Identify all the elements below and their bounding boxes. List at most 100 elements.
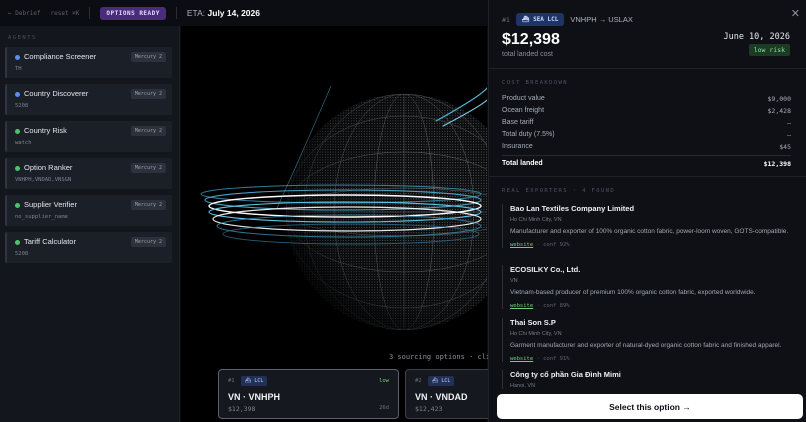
option-cost: $12,398 (228, 405, 256, 413)
back-link[interactable]: ← Debrief (8, 10, 41, 17)
exporter-confidence: · conf 92% (536, 241, 570, 248)
agent-output: TH (15, 66, 22, 72)
exporter-description: Vietnam-based producer of premium 100% o… (510, 289, 756, 296)
agent-name: Tariff Calculator (24, 237, 76, 246)
exporter-location: Ho Chi Minh City, VN (510, 217, 562, 223)
globe-graphic (200, 85, 487, 330)
eta-label: ETA: (186, 8, 206, 18)
topbar-divider (89, 7, 91, 19)
exporter-website-link[interactable]: website (510, 242, 533, 248)
row-label: Ocean freight (502, 107, 545, 114)
agent-name: Option Ranker (24, 163, 73, 172)
exporter-location: Ho Chi Minh City, VN (510, 331, 562, 337)
breakdown-row: Product value $9,000 (502, 95, 791, 103)
row-value: $45 (779, 143, 791, 151)
row-value: — (787, 131, 791, 139)
exporter-location: VN (510, 278, 518, 284)
ship-icon: ⛴ (245, 378, 252, 384)
row-label: Insurance (502, 143, 533, 150)
exporter-website-link[interactable]: website (510, 303, 533, 309)
exporter-confidence: · conf 89% (536, 302, 570, 309)
option-mode-pill: ⛴ LCL (241, 376, 268, 386)
agent-output: 5208 (15, 251, 29, 257)
exporter-meta: website · conf 91% (510, 356, 791, 362)
panel-rank: #1 (502, 15, 510, 24)
topbar-divider (175, 7, 177, 19)
model-badge: Mercury 2 (130, 52, 166, 62)
agent-card[interactable]: Supplier Verifier no_supplier_name Mercury… (5, 195, 172, 226)
option-mode: LCL (254, 378, 264, 384)
panel-mode-badge: ⛴ SEA LCL (515, 13, 565, 26)
divider (489, 68, 806, 69)
agents-sidebar: AGENTS Compliance Screener TH Mercury 2 Cou… (0, 26, 180, 422)
panel-mode: SEA LCL (533, 16, 559, 23)
exporter-meta: website · conf 89% (510, 303, 791, 309)
total-separator (502, 155, 791, 156)
row-label: Total landed (502, 160, 543, 167)
breakdown-row: Insurance $45 (502, 143, 791, 151)
option-route: VN · VNHPH (228, 392, 281, 402)
agent-name: Country Risk (24, 126, 67, 135)
agent-card[interactable]: Option Ranker VNHPH,VNDAD,VNSGN Mercury 2 (5, 158, 172, 189)
agent-output: no_supplier_name (15, 214, 68, 220)
row-value: $12,398 (763, 160, 791, 168)
model-badge: Mercury 2 (130, 126, 166, 136)
option-detail-panel: #1 ⛴ SEA LCL VNHPH → USLAX ✕ $12,398 tot… (488, 0, 806, 422)
exporter-name: Thai Son S.P (510, 318, 556, 327)
row-label: Product value (502, 95, 545, 102)
eta-display: ETA: July 14, 2026 (187, 8, 260, 18)
status-badge: OPTIONS READY (100, 6, 166, 20)
option-rank: #1 (228, 378, 235, 384)
option-mode-pill: ⛴ LCL (428, 376, 455, 386)
exporters-heading: REAL EXPORTERS · 4 FOUND (502, 188, 616, 194)
option-route: VN · VNDAD (415, 392, 468, 402)
row-label: Base tariff (502, 119, 534, 126)
status-dot-icon (15, 240, 20, 245)
exporter-card: Thai Son S.P Ho Chi Minh City, VN Garmen… (502, 318, 791, 362)
globe-view[interactable] (181, 26, 487, 422)
ship-icon: ⛴ (521, 16, 530, 23)
ship-icon: ⛴ (432, 378, 439, 384)
exporter-name: ECOSILKY Co., Ltd. (510, 265, 581, 274)
row-value: $9,000 (767, 95, 791, 103)
exporter-card: Công ty cổ phần Gia Đình Mimi Hanoi, VN (502, 370, 791, 389)
agent-name: Country Discoverer (24, 89, 89, 98)
row-label: Total duty (7.5%) (502, 131, 555, 138)
option-card-1[interactable]: #1 ⛴ LCL low VN · VNHPH $12,398 26d (218, 369, 399, 419)
option-cost: $12,423 (415, 405, 443, 413)
option-card-2[interactable]: #2 ⛴ LCL VN · VNDAD $12,423 (405, 369, 488, 419)
agent-card[interactable]: Country Risk watch Mercury 2 (5, 121, 172, 152)
agent-output: 5208 (15, 103, 29, 109)
arrival-date: June 10, 2026 (723, 32, 790, 42)
agent-list: Compliance Screener TH Mercury 2 Country Di… (0, 47, 179, 263)
reset-link[interactable]: reset ⌘K (51, 10, 80, 17)
agent-name: Compliance Screener (24, 52, 97, 61)
divider (489, 176, 806, 177)
breakdown-row: Ocean freight $2,428 (502, 107, 791, 115)
row-value: $2,428 (767, 107, 791, 115)
agent-card[interactable]: Tariff Calculator 5208 Mercury 2 (5, 232, 172, 263)
breakdown-row: Base tariff — (502, 119, 791, 127)
agent-name: Supplier Verifier (24, 200, 77, 209)
panel-lane: VNHPH → USLAX (570, 15, 633, 24)
exporter-website-link[interactable]: website (510, 356, 533, 362)
option-days: 26d (379, 405, 389, 411)
agent-card[interactable]: Compliance Screener TH Mercury 2 (5, 47, 172, 78)
model-badge: Mercury 2 (130, 237, 166, 247)
exporter-name: Công ty cổ phần Gia Đình Mimi (510, 370, 621, 379)
total-landed-cost: $12,398 (502, 31, 560, 48)
exporter-card: ECOSILKY Co., Ltd. VN Vietnam-based prod… (502, 265, 791, 309)
exporter-confidence: · conf 91% (536, 355, 570, 362)
close-icon[interactable]: ✕ (791, 7, 800, 20)
risk-badge: low risk (748, 44, 790, 56)
status-dot-icon (15, 92, 20, 97)
option-mode: LCL (441, 378, 451, 384)
agent-card[interactable]: Country Discoverer 5208 Mercury 2 (5, 84, 172, 115)
model-badge: Mercury 2 (130, 89, 166, 99)
status-dot-icon (15, 166, 20, 171)
total-landed-row: Total landed $12,398 (502, 160, 791, 168)
option-risk: low (379, 378, 389, 384)
agent-output: VNHPH,VNDAD,VNSGN (15, 177, 72, 183)
status-dot-icon (15, 129, 20, 134)
select-option-button[interactable]: Select this option → (497, 394, 803, 419)
